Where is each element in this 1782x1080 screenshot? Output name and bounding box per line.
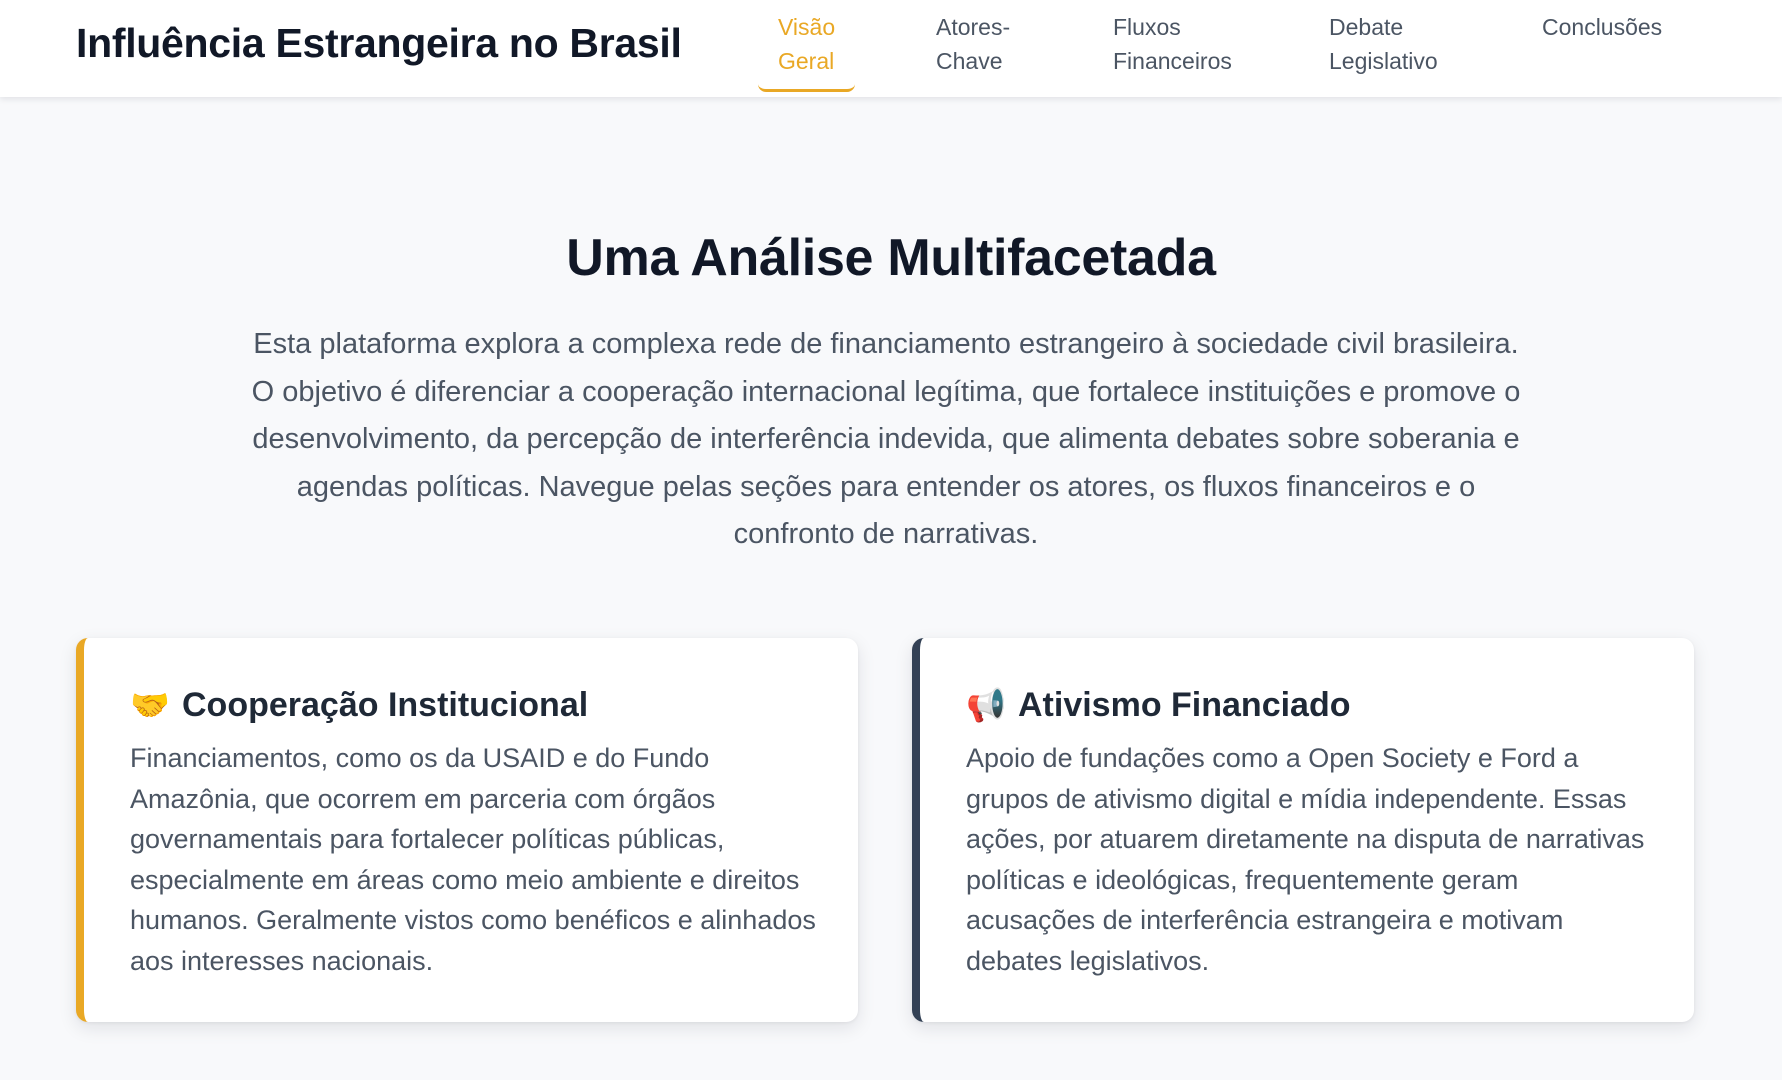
handshake-icon: 🤝 (130, 686, 170, 724)
card-header: 📢 Ativismo Financiado (966, 682, 1654, 728)
section-description: Esta plataforma explora a complexa rede … (251, 328, 1521, 550)
card-text: Financiamentos, como os da USAID e do Fu… (130, 743, 816, 976)
tab-atores-chave[interactable]: Atores- Chave (916, 8, 1030, 92)
tab-fluxos-financeiros[interactable]: Fluxos Financeiros (1093, 8, 1252, 92)
tab-label-line-1: Atores- (936, 14, 1011, 40)
site-title[interactable]: Influência Estrangeira no Brasil (76, 20, 682, 67)
tab-conclusoes[interactable]: Conclusões (1522, 8, 1682, 92)
top-navigation-bar: Influência Estrangeira no Brasil Visão G… (0, 0, 1782, 97)
tab-label-line-2: Chave (936, 48, 1003, 74)
card-cooperacao-institucional: 🤝 Cooperação Institucional Financiamento… (76, 638, 858, 1022)
tab-label-line-2: Financeiros (1113, 48, 1232, 74)
card-title: Cooperação Institucional (182, 685, 589, 724)
megaphone-icon: 📢 (966, 686, 1006, 724)
card-title: Ativismo Financiado (1018, 685, 1351, 724)
tab-debate-legislativo[interactable]: Debate Legislativo (1309, 8, 1458, 92)
tab-visao-geral[interactable]: Visão Geral (758, 8, 856, 92)
tab-label-line-1: Debate (1329, 14, 1404, 40)
tab-label-line-1: Fluxos (1113, 14, 1181, 40)
tab-label-line-2: Geral (778, 48, 835, 74)
card-header: 🤝 Cooperação Institucional (130, 682, 818, 728)
tab-label-line-1: Visão (778, 14, 836, 40)
card-ativismo-financiado: 📢 Ativismo Financiado Apoio de fundações… (912, 638, 1694, 1022)
tab-label-line-2: Legislativo (1329, 48, 1438, 74)
card-text: Apoio de fundações como a Open Society e… (966, 743, 1645, 976)
tab-label-line-1: Conclusões (1542, 14, 1663, 40)
section-title: Uma Análise Multifacetada (566, 229, 1216, 287)
